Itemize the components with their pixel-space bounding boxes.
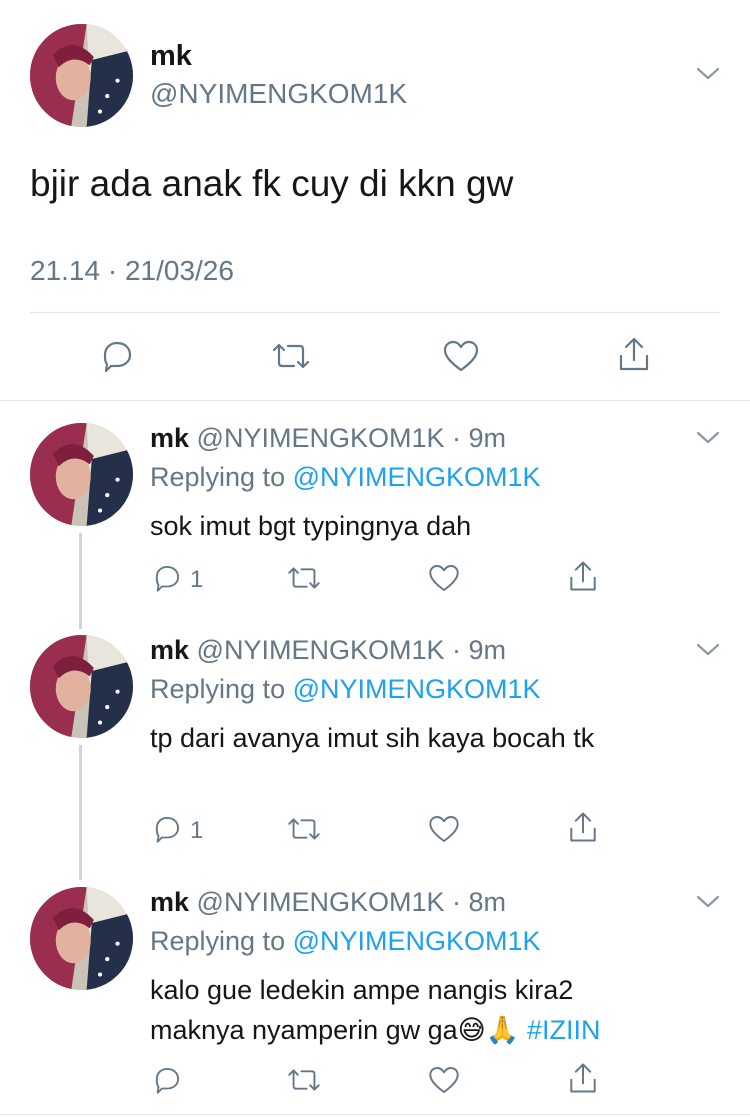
author-name[interactable]: mk (150, 423, 189, 453)
chevron-down-icon[interactable] (694, 640, 722, 660)
tweet-timestamp[interactable]: 21.14 · 21/03/26 (30, 255, 234, 287)
reply-text: sok imut bgt typingnya dah (150, 511, 472, 541)
author-handle[interactable]: @NYIMENGKOM1K (197, 423, 445, 453)
reply-time: · 8m (452, 887, 507, 917)
like-icon[interactable] (426, 561, 462, 595)
like-icon[interactable] (426, 812, 462, 846)
chevron-down-icon[interactable] (694, 64, 722, 84)
retweet-icon[interactable] (284, 1064, 324, 1096)
tweet-text: bjir ada anak fk cuy di kkn gw (30, 163, 514, 204)
author-handle[interactable]: @NYIMENGKOM1K (197, 635, 445, 665)
reply-icon[interactable] (150, 1064, 184, 1096)
reply-time: · 9m (452, 423, 507, 453)
reply-time: · 9m (452, 635, 507, 665)
avatar-image (30, 24, 133, 127)
share-icon[interactable] (565, 1060, 601, 1096)
retweet-icon[interactable] (284, 813, 324, 845)
avatar[interactable] (30, 887, 133, 990)
author-handle[interactable]: @NYIMENGKOM1K (197, 887, 445, 917)
like-icon[interactable] (440, 337, 482, 375)
avatar[interactable] (30, 24, 133, 127)
replying-to: Replying to @NYIMENGKOM1K (150, 926, 541, 957)
replying-to-label: Replying to (150, 462, 286, 492)
reply-header: mk @NYIMENGKOM1K · 9m (150, 635, 506, 666)
reply-icon[interactable] (97, 338, 137, 374)
divider (30, 312, 720, 313)
reply-text-line-2: maknya nyamperin gw ga😅🙏 #IZIIN (150, 1014, 600, 1046)
avatar-image (30, 887, 133, 990)
retweet-icon[interactable] (284, 562, 324, 594)
bottom-divider (0, 1114, 750, 1115)
replying-to-handle[interactable]: @NYIMENGKOM1K (293, 926, 541, 956)
share-icon[interactable] (565, 809, 601, 845)
chevron-down-icon[interactable] (694, 892, 722, 912)
reply-count: 1 (190, 566, 204, 593)
emoji-text: 😅🙏 (457, 1015, 520, 1046)
avatar[interactable] (30, 423, 133, 526)
author-name[interactable]: mk (150, 635, 189, 665)
reply-icon[interactable] (150, 813, 184, 845)
author-name[interactable]: mk (150, 887, 189, 917)
reply-header: mk @NYIMENGKOM1K · 9m (150, 423, 506, 454)
author-handle[interactable]: @NYIMENGKOM1K (150, 78, 407, 110)
avatar[interactable] (30, 635, 133, 738)
thread-line (79, 745, 82, 880)
author-name[interactable]: mk (150, 40, 192, 73)
like-icon[interactable] (426, 1063, 462, 1097)
share-icon[interactable] (614, 334, 654, 374)
reply-icon[interactable] (150, 562, 184, 594)
reply-count: 1 (190, 817, 204, 844)
reply-text-line-1: kalo gue ledekin ampe nangis kira2 (150, 975, 574, 1005)
thread-line (79, 533, 82, 629)
share-icon[interactable] (565, 558, 601, 594)
replying-to-handle[interactable]: @NYIMENGKOM1K (293, 674, 541, 704)
replying-to-label: Replying to (150, 926, 286, 956)
retweet-icon[interactable] (268, 338, 314, 374)
section-divider (0, 400, 750, 401)
reply-text: maknya nyamperin gw ga (150, 1015, 458, 1045)
avatar-image (30, 635, 133, 738)
chevron-down-icon[interactable] (694, 428, 722, 448)
reply-text: tp dari avanya imut sih kaya bocah tk (150, 723, 595, 753)
hashtag-link[interactable]: #IZIIN (527, 1015, 601, 1045)
replying-to: Replying to @NYIMENGKOM1K (150, 462, 541, 493)
reply-header: mk @NYIMENGKOM1K · 8m (150, 887, 506, 918)
avatar-image (30, 423, 133, 526)
replying-to-label: Replying to (150, 674, 286, 704)
replying-to: Replying to @NYIMENGKOM1K (150, 674, 541, 705)
replying-to-handle[interactable]: @NYIMENGKOM1K (293, 462, 541, 492)
